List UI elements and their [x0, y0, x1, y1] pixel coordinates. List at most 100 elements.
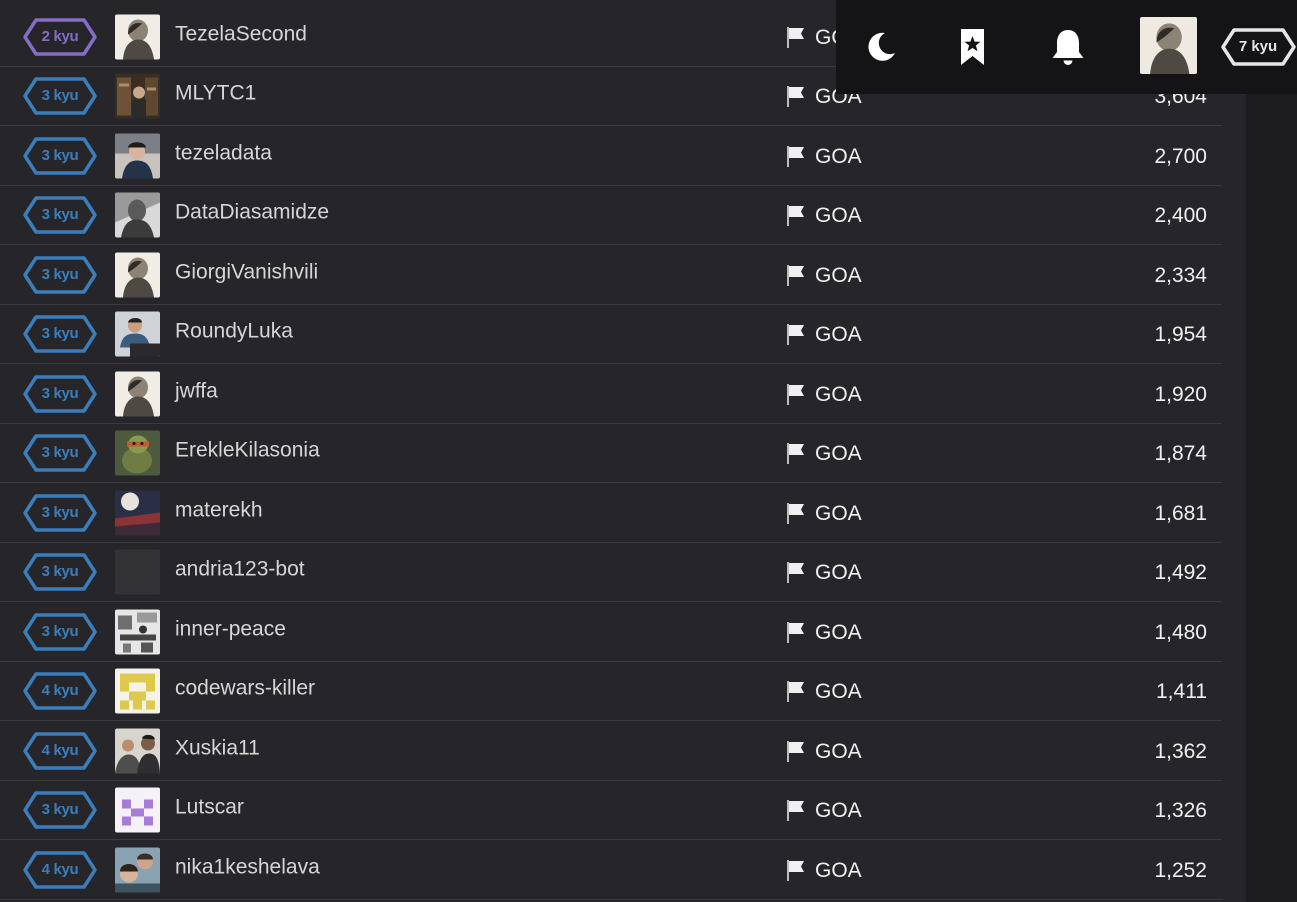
rank-badge[interactable]: 3 kyu	[22, 374, 98, 414]
user-avatar[interactable]	[1140, 17, 1197, 74]
rank-badge[interactable]: 4 kyu	[22, 671, 98, 711]
user-avatar[interactable]	[115, 668, 160, 714]
rank-badge[interactable]: 3 kyu	[22, 195, 98, 235]
clan-name[interactable]: GOA	[815, 859, 862, 883]
clan-flag-icon	[786, 620, 806, 644]
username-link[interactable]: nika1keshelava	[175, 855, 320, 879]
user-avatar[interactable]	[115, 490, 160, 535]
username-link[interactable]: ErekleKilasonia	[175, 439, 320, 463]
username-link[interactable]: tezeladata	[175, 141, 272, 165]
username-link[interactable]: materekh	[175, 498, 263, 522]
clan-name[interactable]: GOA	[815, 561, 862, 585]
rank-badge[interactable]: 3 kyu	[22, 255, 98, 295]
username-link[interactable]: Lutscar	[175, 796, 244, 820]
user-avatar[interactable]	[115, 252, 160, 297]
username-link[interactable]: inner-peace	[175, 617, 286, 641]
leaderboard-row[interactable]: 4 kyu codewars-killer GOA 1,411	[0, 662, 1222, 721]
leaderboard-row[interactable]: 3 kyu ErekleKilasonia GOA 1,874	[0, 424, 1222, 483]
clan-flag-icon	[786, 263, 806, 287]
rank-label: 4 kyu	[41, 682, 79, 699]
rank-label: 3 kyu	[41, 265, 79, 283]
user-avatar[interactable]	[115, 311, 160, 357]
username-link[interactable]: andria123-bot	[175, 558, 305, 582]
rank-badge[interactable]: 4 kyu	[22, 731, 98, 771]
leaderboard-row[interactable]: 3 kyu Lutscar GOA 1,326	[0, 781, 1222, 840]
clan-name[interactable]: GOA	[815, 799, 862, 823]
clan-flag-icon	[786, 441, 806, 465]
username-link[interactable]: TezelaSecond	[175, 22, 307, 46]
bell-icon[interactable]	[1048, 27, 1088, 67]
leaderboard-row[interactable]: 3 kyu DataDiasamidze GOA 2,400	[0, 186, 1222, 245]
username-link[interactable]: RoundyLuka	[175, 320, 293, 344]
leaderboard-row[interactable]: 3 kyu GiorgiVanishvili GOA 2,334	[0, 246, 1222, 305]
leaderboard-row[interactable]: 3 kyu inner-peace GOA 1,480	[0, 603, 1222, 662]
honor-score: 1,480	[1154, 620, 1207, 644]
username-link[interactable]: DataDiasamidze	[175, 201, 329, 225]
clan-name[interactable]: GOA	[815, 621, 862, 645]
username-link[interactable]: GiorgiVanishvili	[175, 260, 318, 284]
rank-label: 3 kyu	[41, 503, 79, 521]
rank-label: 3 kyu	[41, 563, 79, 580]
rank-badge[interactable]: 4 kyu	[22, 850, 98, 890]
user-avatar[interactable]	[115, 847, 160, 892]
user-avatar[interactable]	[115, 728, 160, 773]
leaderboard-row[interactable]: 3 kyu andria123-bot GOA 1,492	[0, 543, 1222, 602]
clan-flag-icon	[786, 501, 806, 525]
clan-flag-icon	[786, 858, 806, 882]
rank-badge[interactable]: 3 kyu	[22, 314, 98, 354]
rank-badge[interactable]: 2 kyu	[22, 17, 98, 57]
user-avatar[interactable]	[115, 14, 160, 59]
rank-badge[interactable]: 3 kyu	[22, 76, 98, 116]
user-avatar[interactable]	[115, 192, 160, 238]
clan-name[interactable]: GOA	[815, 442, 862, 466]
clan-name[interactable]: GOA	[815, 502, 862, 526]
clan-name[interactable]: GOA	[815, 145, 862, 169]
user-rank-badge[interactable]: 7 kyu	[1220, 27, 1297, 67]
leaderboard-row[interactable]: 3 kyu tezeladata GOA 2,700	[0, 127, 1222, 186]
username-link[interactable]: codewars-killer	[175, 677, 315, 701]
rank-label: 3 kyu	[41, 622, 79, 640]
clan-name[interactable]: GOA	[815, 680, 862, 704]
clan-name[interactable]: GOA	[815, 264, 862, 288]
username-link[interactable]: Xuskia11	[175, 736, 260, 760]
username-link[interactable]: jwffa	[175, 379, 218, 403]
right-gutter	[1246, 0, 1297, 902]
clan-name[interactable]: GOA	[815, 204, 862, 228]
clan-name[interactable]: GOA	[815, 323, 862, 347]
clan-flag-icon	[786, 798, 806, 822]
rank-label: 3 kyu	[41, 87, 79, 104]
username-link[interactable]: MLYTC1	[175, 82, 256, 106]
leaderboard-row[interactable]: 4 kyu nika1keshelava GOA 1,252	[0, 841, 1222, 900]
clan-name[interactable]: GOA	[815, 383, 862, 407]
user-avatar[interactable]	[115, 430, 160, 476]
clan-name[interactable]: GOA	[815, 740, 862, 764]
clan-flag-icon	[786, 679, 806, 703]
rank-badge[interactable]: 3 kyu	[22, 790, 98, 830]
moon-icon[interactable]	[861, 27, 901, 67]
honor-score: 1,252	[1154, 858, 1207, 882]
rank-badge[interactable]: 3 kyu	[22, 493, 98, 533]
user-avatar[interactable]	[115, 133, 160, 178]
leaderboard-row[interactable]: 3 kyu jwffa GOA 1,920	[0, 365, 1222, 424]
honor-score: 1,362	[1154, 739, 1207, 763]
top-navbar: 7 kyu	[836, 0, 1297, 94]
honor-score: 1,954	[1154, 323, 1207, 347]
leaderboard-row[interactable]: 3 kyu materekh GOA 1,681	[0, 484, 1222, 543]
user-avatar[interactable]	[115, 371, 160, 416]
rank-badge[interactable]: 3 kyu	[22, 552, 98, 592]
bookmark-star-icon[interactable]	[953, 27, 993, 67]
rank-badge[interactable]: 3 kyu	[22, 612, 98, 652]
rank-badge[interactable]: 3 kyu	[22, 136, 98, 176]
rank-badge[interactable]: 3 kyu	[22, 433, 98, 473]
clan-flag-icon	[786, 739, 806, 763]
user-avatar[interactable]	[115, 609, 160, 654]
leaderboard-row[interactable]: 4 kyu Xuskia11 GOA 1,362	[0, 722, 1222, 781]
rank-label: 2 kyu	[41, 27, 79, 45]
honor-score: 1,411	[1156, 680, 1207, 704]
rank-label: 3 kyu	[41, 444, 79, 461]
leaderboard-row[interactable]: 3 kyu RoundyLuka GOA 1,954	[0, 305, 1222, 364]
user-avatar[interactable]	[115, 549, 160, 595]
honor-score: 2,700	[1154, 144, 1207, 168]
user-avatar[interactable]	[115, 73, 160, 119]
user-avatar[interactable]	[115, 787, 160, 833]
